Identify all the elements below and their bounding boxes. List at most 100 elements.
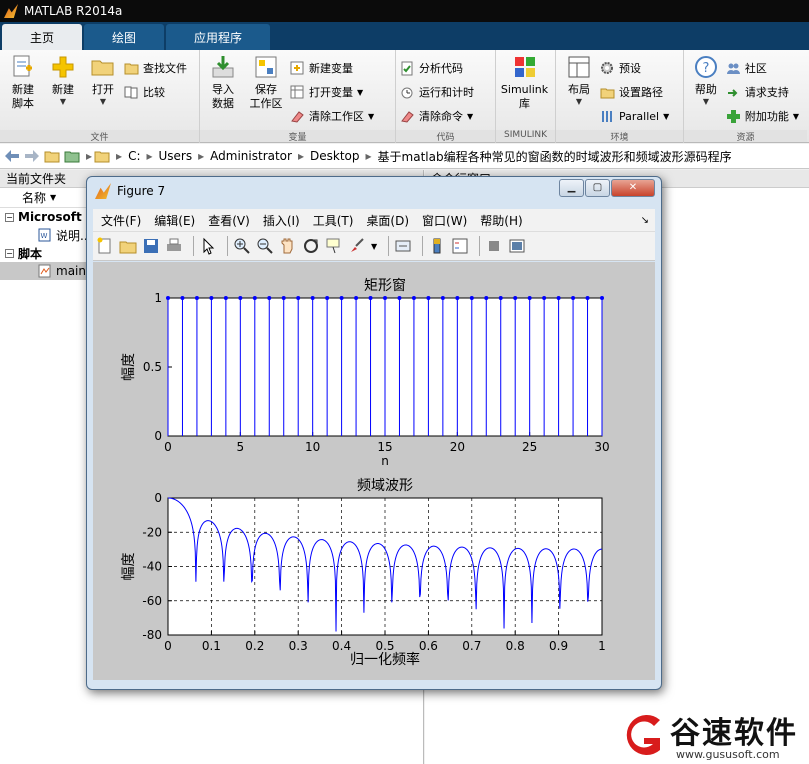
y-tick-label: -20 [142, 525, 162, 539]
folder-icon [94, 151, 110, 163]
x-tick-label: 1 [598, 639, 606, 653]
stem-point [513, 296, 518, 300]
clear-workspace-icon [291, 110, 304, 123]
breadcrumb-desktop[interactable]: Desktop [310, 149, 360, 163]
zoom-out-icon[interactable] [256, 237, 274, 255]
menu-window[interactable]: 窗口(W) [422, 212, 467, 229]
browse-folder-icon[interactable] [64, 149, 80, 163]
clear-workspace-button[interactable]: 清除工作区 ▼ [290, 104, 374, 128]
x-tick-label: 30 [594, 440, 609, 454]
menu-insert[interactable]: 插入(I) [263, 212, 300, 229]
open-variable-button[interactable]: 打开变量 ▼ [290, 80, 374, 104]
stem-point [354, 296, 359, 300]
stem-point [600, 296, 604, 300]
request-support-button[interactable]: 请求支持 [726, 80, 799, 104]
toolbar-separator [479, 236, 481, 256]
breadcrumb-users[interactable]: Users [159, 149, 193, 163]
collapse-icon[interactable]: − [5, 212, 14, 222]
save-icon[interactable] [142, 237, 160, 255]
save-workspace-icon [255, 56, 277, 78]
forward-arrow-icon[interactable] [24, 149, 40, 163]
breadcrumb-administrator[interactable]: Administrator [210, 149, 292, 163]
pointer-icon[interactable] [199, 237, 217, 255]
up-folder-icon[interactable] [44, 149, 60, 163]
find-files-icon [124, 63, 139, 74]
set-path-button[interactable]: 设置路径 [600, 80, 669, 104]
pan-hand-icon[interactable] [279, 237, 297, 255]
tab-home[interactable]: 主页 [2, 24, 83, 50]
word-document-icon: W [38, 228, 51, 242]
figure-title-bar[interactable]: Figure 7 ▁ ▢ ✕ [87, 177, 661, 205]
tab-plots[interactable]: 绘图 [84, 24, 165, 50]
analyze-code-label: 分析代码 [419, 62, 463, 75]
stem-point [325, 296, 330, 300]
new-variable-icon [290, 61, 304, 74]
chevron-down-icon: ▼ [368, 111, 375, 121]
run-and-time-button[interactable]: 运行和计时 [400, 80, 474, 104]
rotate-3d-icon[interactable] [302, 237, 320, 255]
link-plot-icon[interactable] [394, 237, 412, 255]
menu-tools[interactable]: 工具(T) [313, 212, 354, 229]
tree-group-label: 脚本 [18, 246, 43, 261]
back-arrow-icon[interactable] [4, 149, 20, 163]
brush-icon[interactable] [348, 237, 366, 255]
clear-commands-label: 清除命令 [419, 110, 463, 123]
x-tick-label: 0.7 [462, 639, 481, 653]
minimize-button[interactable]: ▁ [559, 179, 584, 197]
ribbon-group-variable: 导入 数据 保存 工作区 新建变量 打开变量 ▼ 清除工作区 ▼ 变量 [200, 50, 396, 143]
breadcrumb-drive[interactable]: C: [128, 149, 140, 163]
figure-plot-area: 0 5 10 15 20 25 30 0 0.5 1 矩形窗 n 幅度 0 0.1 0.2 0.3 0.4 0.5 0… [93, 262, 655, 680]
add-ons-button[interactable]: 附加功能 ▼ [726, 104, 799, 128]
run-and-time-icon [401, 87, 413, 98]
axes-0-ylabel: 幅度 [121, 353, 137, 381]
stem-point [310, 296, 315, 300]
compare-button[interactable]: 比较 [124, 80, 187, 104]
menu-help[interactable]: 帮助(H) [480, 212, 522, 229]
show-plot-tools-icon[interactable] [508, 237, 526, 255]
x-tick-label: 0.9 [549, 639, 568, 653]
collapse-icon[interactable]: − [5, 248, 14, 258]
menu-file[interactable]: 文件(F) [101, 212, 141, 229]
community-icon [726, 63, 740, 74]
add-ons-icon [726, 109, 740, 123]
axes-1-xlabel: 归一化频率 [350, 651, 420, 668]
dock-arrow-icon[interactable]: ↘ [641, 215, 649, 226]
menu-view[interactable]: 查看(V) [208, 212, 250, 229]
figure-menu-bar: 文件(F) 编辑(E) 查看(V) 插入(I) 工具(T) 桌面(D) 窗口(W… [93, 209, 655, 231]
stem-point [281, 296, 286, 300]
close-button[interactable]: ✕ [611, 179, 655, 197]
print-icon[interactable] [165, 237, 183, 255]
chevron-down-icon: ▼ [59, 97, 67, 106]
menu-desktop[interactable]: 桌面(D) [366, 212, 409, 229]
menu-edit[interactable]: 编辑(E) [154, 212, 195, 229]
ribbon-group-environment: 布局 ▼ 预设 设置路径 Parallel ▼ 环境 [556, 50, 684, 143]
stem-point [194, 296, 199, 300]
new-variable-button[interactable]: 新建变量 [290, 56, 374, 80]
hide-plot-tools-icon[interactable] [485, 237, 503, 255]
legend-icon[interactable] [451, 237, 469, 255]
clear-commands-button[interactable]: 清除命令 ▼ [400, 104, 474, 128]
community-button[interactable]: 社区 [726, 56, 799, 80]
open-file-icon[interactable] [119, 237, 137, 255]
y-tick-label: 1 [154, 291, 162, 305]
stem-point [585, 296, 590, 300]
data-cursor-icon[interactable] [325, 237, 343, 255]
tab-apps[interactable]: 应用程序 [166, 24, 271, 50]
colorbar-icon[interactable] [428, 237, 446, 255]
zoom-in-icon[interactable] [233, 237, 251, 255]
set-path-icon [600, 88, 615, 98]
request-support-label: 请求支持 [744, 86, 789, 99]
chevron-down-icon[interactable]: ▼ [371, 242, 377, 251]
analyze-code-button[interactable]: 分析代码 [400, 56, 474, 80]
breadcrumb-project-folder[interactable]: 基于matlab编程各种常见的窗函数的时域波形和频域波形源码程序 [378, 148, 732, 165]
address-separator: ▸ [86, 149, 93, 163]
folder-open-icon [91, 60, 114, 76]
maximize-button[interactable]: ▢ [585, 179, 610, 197]
find-files-button[interactable]: 查找文件 [124, 56, 187, 80]
new-figure-icon[interactable] [96, 237, 114, 255]
preferences-button[interactable]: 预设 [600, 56, 669, 80]
stem-point [527, 296, 532, 300]
simulink-library-label: Simulink 库 [500, 83, 549, 110]
parallel-button[interactable]: Parallel ▼ [600, 104, 669, 128]
new-plus-icon [52, 56, 74, 78]
